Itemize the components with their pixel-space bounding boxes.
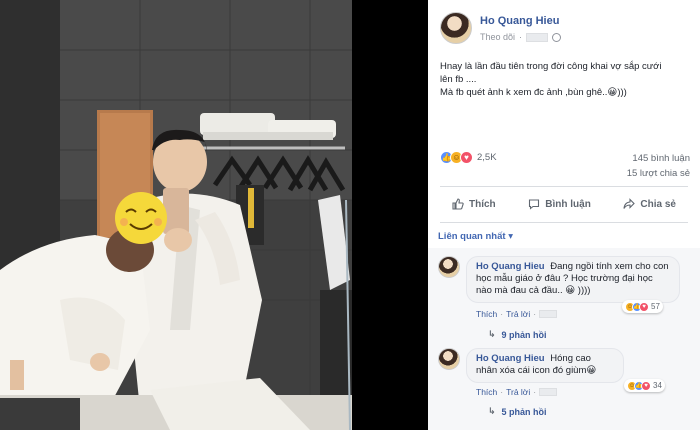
post-side-panel: Ho Quang Hieu Theo dõi · Hnay là lần đầu…	[428, 0, 700, 430]
separator-dot: ·	[500, 309, 504, 319]
love-reaction-icon: ♥	[460, 150, 473, 164]
like-button-label: Thích	[469, 198, 496, 210]
globe-icon	[552, 32, 562, 42]
comment-button-label: Bình luận	[545, 198, 591, 210]
comment-like-link[interactable]: Thích	[476, 309, 497, 319]
timestamp-redacted	[539, 388, 558, 396]
comment-button[interactable]: Bình luận	[516, 198, 603, 210]
comment-reply-link[interactable]: Trả lời	[506, 387, 530, 397]
commenter-name[interactable]: Ho Quang Hieu	[476, 261, 545, 272]
separator-dot: ·	[500, 387, 504, 397]
post-photo[interactable]	[0, 0, 428, 430]
share-button[interactable]: Chia sẻ	[611, 198, 688, 210]
comment-reaction-count: 34	[653, 381, 662, 390]
reply-arrow-icon: ↳	[488, 329, 496, 339]
post-action-bar: Thích Bình luận Chia sẻ	[440, 192, 688, 216]
timestamp-redacted	[526, 32, 549, 42]
separator-dot: ·	[533, 309, 537, 319]
comment-meta: Thích · Trả lời ·	[476, 387, 558, 397]
like-button[interactable]: Thích	[440, 198, 508, 210]
commenter-avatar[interactable]	[438, 256, 460, 278]
comments-count-link[interactable]: 145 bình luận	[627, 151, 690, 166]
smiley-emoji-overlay	[115, 192, 167, 244]
speech-bubble-icon	[529, 199, 540, 210]
comment-bubble: Ho Quang Hieu Đang ngồi tính xem cho con…	[466, 256, 680, 303]
mirror-selfie-image	[0, 0, 428, 430]
comment-filter-dropdown[interactable]: Liên quan nhất ▾	[438, 231, 513, 242]
love-reaction-icon: ♥	[639, 301, 649, 312]
post-message: Hnay là lần đầu tiên trong đời công khai…	[440, 60, 690, 99]
share-arrow-icon	[623, 198, 636, 209]
comment-like-link[interactable]: Thích	[476, 387, 497, 397]
comment-bubble: Ho Quang Hieu Hóng cao nhân xóa cái icon…	[466, 348, 624, 383]
author-avatar[interactable]	[440, 12, 472, 44]
comment-reactions[interactable]: ☺ 👍 ♥ 34	[624, 379, 665, 392]
follow-row: Theo dõi ·	[480, 32, 562, 42]
comment-reaction-count: 57	[651, 302, 660, 311]
divider	[440, 222, 688, 223]
comment-meta: Thích · Trả lời ·	[476, 309, 558, 319]
share-button-label: Chia sẻ	[640, 198, 676, 210]
author-name-link[interactable]: Ho Quang Hieu	[480, 15, 559, 27]
separator-dot: ·	[519, 32, 523, 42]
reactions-summary[interactable]: 👍 ☺ ♥ 2,5K	[440, 150, 497, 164]
replies-count-label: 5 phản hồi	[501, 406, 547, 417]
reaction-count: 2,5K	[477, 151, 497, 163]
shares-count-link[interactable]: 15 lượt chia sẻ	[627, 166, 690, 181]
reply-arrow-icon: ↳	[488, 406, 496, 416]
post-text-line: lên fb ....	[440, 74, 477, 85]
post-text-line: Mà fb quét ảnh k xem đc ảnh ,bùn ghê..😀)…	[440, 87, 627, 98]
comment-reply-link[interactable]: Trả lời	[506, 309, 530, 319]
comment-reactions[interactable]: ☺ 👍 ♥ 57	[622, 300, 663, 313]
post-author-header: Ho Quang Hieu Theo dõi ·	[440, 12, 690, 48]
commenter-avatar[interactable]	[438, 348, 460, 370]
replies-count-label: 9 phản hồi	[501, 329, 547, 340]
follow-link[interactable]: Theo dõi	[480, 32, 515, 42]
view-replies-link[interactable]: ↳ 9 phản hồi	[488, 329, 547, 340]
separator-dot: ·	[533, 387, 537, 397]
post-text-line: Hnay là lần đầu tiên trong đời công khai…	[440, 61, 662, 72]
commenter-name[interactable]: Ho Quang Hieu	[476, 353, 545, 364]
post-stats: 145 bình luận 15 lượt chia sẻ	[627, 151, 690, 181]
view-replies-link[interactable]: ↳ 5 phản hồi	[488, 406, 547, 417]
love-reaction-icon: ♥	[641, 380, 651, 391]
timestamp-redacted	[539, 310, 558, 318]
thumbs-up-icon	[452, 198, 464, 210]
divider	[440, 186, 688, 187]
